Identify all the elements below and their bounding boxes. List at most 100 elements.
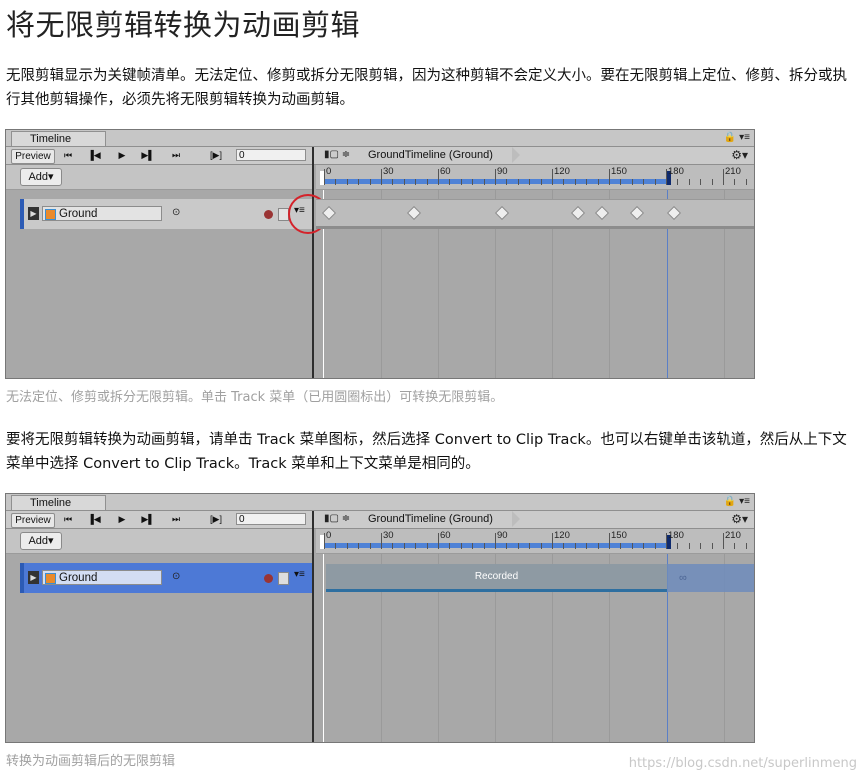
timeline-tab[interactable]: Timeline <box>11 131 106 146</box>
keyframe[interactable] <box>321 205 337 221</box>
ruler-minor-tick <box>609 179 610 185</box>
ruler-minor-tick <box>643 543 645 549</box>
goto-end-icon[interactable]: ⏭ <box>166 513 186 526</box>
ruler-minor-tick <box>392 543 394 549</box>
ruler-minor-tick <box>324 543 325 549</box>
next-frame-icon[interactable]: ▶▌ <box>138 149 158 162</box>
track-header-ground[interactable]: ▶ Ground ⊙ ▾≡ <box>20 199 312 229</box>
timeline-titlebar: Timeline 🔒 ▾≡ <box>6 130 754 147</box>
timeline-breadcrumb[interactable]: GroundTimeline (Ground) <box>368 512 493 527</box>
target-icon[interactable]: ⊙ <box>172 571 180 582</box>
play-range-icon[interactable]: [▶] <box>206 513 226 526</box>
track-name-field[interactable]: Ground <box>42 206 162 221</box>
keyframe[interactable] <box>570 205 586 221</box>
frame-field[interactable]: 0 <box>236 149 306 161</box>
ruler-tick-label: 210 <box>725 530 741 541</box>
keyframe[interactable] <box>406 205 422 221</box>
track-header-ground[interactable]: ▶ Ground ⊙ ▾≡ <box>20 563 312 593</box>
target-icon[interactable]: ⊙ <box>172 207 180 218</box>
ruler-minor-tick <box>529 179 531 185</box>
ruler-minor-tick <box>403 179 405 185</box>
ruler-minor-tick <box>540 179 542 185</box>
ruler-minor-tick <box>745 179 747 185</box>
ruler-minor-tick <box>597 543 599 549</box>
record-icon[interactable] <box>264 210 273 219</box>
play-icon[interactable]: ▶ <box>112 149 132 162</box>
keyframe[interactable] <box>629 205 645 221</box>
preview-button[interactable]: Preview <box>11 513 55 528</box>
gear-icon[interactable]: ⚙▾ <box>731 148 748 162</box>
time-ruler[interactable]: 0 30 60 90 120 150 180 210 <box>316 165 754 190</box>
ruler-minor-tick <box>574 543 576 549</box>
ruler-minor-tick <box>631 543 633 549</box>
ruler-minor-tick <box>369 179 371 185</box>
timeline-breadcrumb[interactable]: GroundTimeline (Ground) <box>368 148 493 163</box>
ruler-minor-tick <box>438 179 439 185</box>
timeline-toolbar: Preview ⏮ ▐◀ ▶ ▶▌ ⏭ [▶] 0 ▮▢ ≑ GroundTim… <box>6 511 754 529</box>
playhead-line[interactable] <box>323 554 324 742</box>
play-icon[interactable]: ▶ <box>112 513 132 526</box>
ruler-tick-label: 60 <box>440 530 451 541</box>
panel-divider[interactable] <box>312 147 314 378</box>
goto-end-icon[interactable]: ⏭ <box>166 149 186 162</box>
add-button[interactable]: Add▾ <box>20 168 62 186</box>
ruler-minor-tick <box>358 543 360 549</box>
ruler-tick-label: 150 <box>611 530 627 541</box>
ruler-minor-tick <box>415 179 417 185</box>
ruler-tick-label: 120 <box>554 530 570 541</box>
ruler-tick-label: 30 <box>383 530 394 541</box>
goto-start-icon[interactable]: ⏮ <box>58 149 78 162</box>
recorded-clip[interactable]: Recorded <box>326 564 667 592</box>
keyframe[interactable] <box>666 205 682 221</box>
breadcrumb-arrow <box>512 147 520 163</box>
panel-divider[interactable] <box>312 511 314 742</box>
timeline-toolbar: Preview ⏮ ▐◀ ▶ ▶▌ ⏭ [▶] 0 ▮▢ ≑ GroundTim… <box>6 147 754 165</box>
expand-icon[interactable]: ▶ <box>28 207 39 220</box>
time-ruler[interactable]: 0 30 60 90 120 150 180 210 <box>316 529 754 554</box>
ruler-minor-tick <box>506 179 508 185</box>
ruler-minor-tick <box>369 543 371 549</box>
ruler-minor-tick <box>723 179 724 185</box>
ruler-tick-label: 90 <box>497 166 508 177</box>
prev-frame-icon[interactable]: ▐◀ <box>84 513 104 526</box>
timeline-tab[interactable]: Timeline <box>11 495 106 510</box>
ruler-minor-tick <box>529 543 531 549</box>
track-menu-icon[interactable]: ▾≡ <box>294 569 305 580</box>
track-name-field[interactable]: Ground <box>42 570 162 585</box>
ruler-minor-tick <box>723 543 724 549</box>
ruler-minor-tick <box>677 179 679 185</box>
ruler-tick-label: 30 <box>383 166 394 177</box>
record-icon[interactable] <box>264 574 273 583</box>
ruler-minor-tick <box>358 179 360 185</box>
ruler-minor-tick <box>654 543 656 549</box>
caption-2: 转换为动画剪辑后的无限剪辑 <box>6 754 176 769</box>
expand-icon[interactable]: ▶ <box>28 571 39 584</box>
ruler-minor-tick <box>449 543 451 549</box>
gear-icon[interactable]: ⚙▾ <box>731 512 748 526</box>
keyframe[interactable] <box>494 205 510 221</box>
ruler-tick-label: 90 <box>497 530 508 541</box>
next-frame-icon[interactable]: ▶▌ <box>138 513 158 526</box>
ruler-minor-tick <box>552 179 553 185</box>
curve-icon[interactable] <box>278 572 289 585</box>
ruler-minor-tick <box>460 543 462 549</box>
ruler-minor-tick <box>472 543 474 549</box>
lock-icon[interactable]: 🔒 ▾≡ <box>724 132 750 143</box>
goto-start-icon[interactable]: ⏮ <box>58 513 78 526</box>
preview-button[interactable]: Preview <box>11 149 55 164</box>
infinite-clip-lane[interactable] <box>316 199 754 229</box>
timeline-selector-icon[interactable]: ▮▢ ≑ <box>324 149 350 160</box>
ruler-minor-tick <box>711 543 713 549</box>
frame-field[interactable]: 0 <box>236 513 306 525</box>
timeline-window-converted: Timeline 🔒 ▾≡ Preview ⏮ ▐◀ ▶ ▶▌ ⏭ [▶] 0 … <box>5 493 755 743</box>
prev-frame-icon[interactable]: ▐◀ <box>84 149 104 162</box>
play-range-icon[interactable]: [▶] <box>206 149 226 162</box>
lock-icon[interactable]: 🔒 ▾≡ <box>724 496 750 507</box>
ruler-minor-tick <box>609 543 610 549</box>
infinite-extrapolation: ∞ <box>667 564 754 592</box>
ruler-minor-tick <box>346 179 348 185</box>
keyframe[interactable] <box>594 205 610 221</box>
timeline-selector-icon[interactable]: ▮▢ ≑ <box>324 513 350 524</box>
add-button[interactable]: Add▾ <box>20 532 62 550</box>
ruler-tick-label: 0 <box>326 530 332 541</box>
